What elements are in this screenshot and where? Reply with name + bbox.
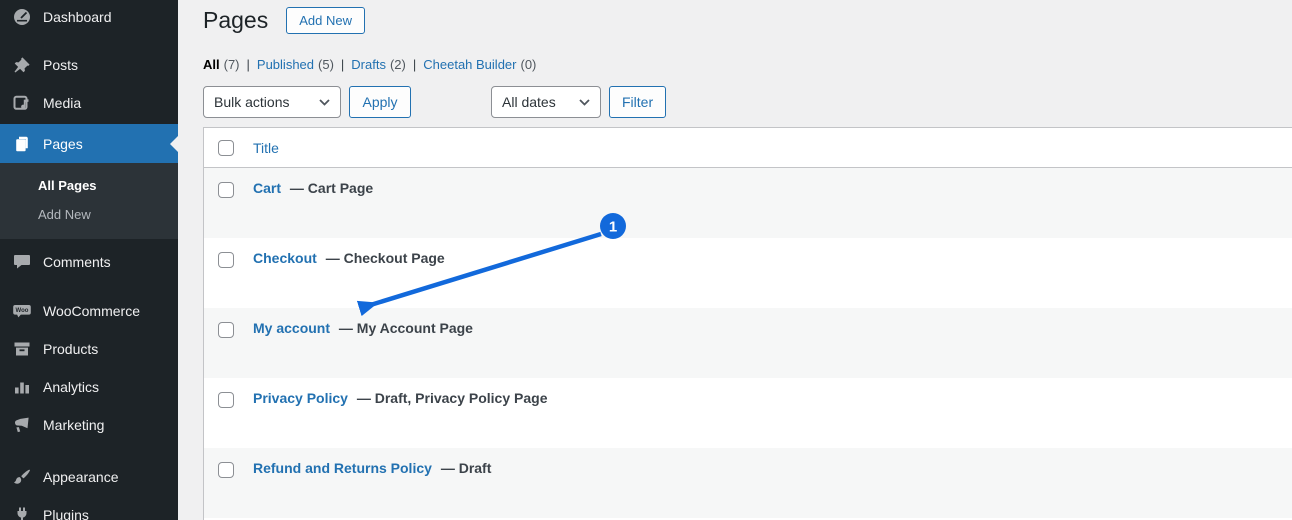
comment-bubble-icon (12, 252, 32, 272)
page-link-cart[interactable]: Cart (253, 180, 281, 196)
filter-separator: | (412, 57, 417, 72)
sidebar-item-label: Dashboard (43, 9, 112, 25)
archive-box-icon (12, 339, 32, 359)
row-checkbox[interactable] (218, 182, 234, 198)
sidebar-item-posts[interactable]: Posts (0, 48, 178, 82)
table-row-privacy-policy: Privacy Policy — Draft, Privacy Policy P… (204, 378, 1292, 448)
sidebar-item-dashboard[interactable]: Dashboard (0, 0, 178, 34)
sidebar-item-label: WooCommerce (43, 303, 140, 319)
megaphone-icon (12, 415, 32, 435)
page-header: Pages Add New (203, 5, 365, 35)
apply-button[interactable]: Apply (349, 86, 411, 118)
table-row-checkout: Checkout — Checkout Page (204, 238, 1292, 308)
admin-sidebar: Dashboard Posts Media Pages All Pages Ad… (0, 0, 178, 520)
post-state: — Cart Page (289, 180, 374, 196)
page-title: Pages (203, 7, 269, 33)
filter-all-link[interactable]: All (203, 57, 220, 72)
filter-cheetah-builder-link[interactable]: Cheetah Builder (423, 57, 516, 72)
bar-chart-icon (12, 377, 32, 397)
post-state: — Draft, Privacy Policy Page (356, 390, 548, 406)
bulk-actions-value: Bulk actions (214, 94, 290, 110)
sidebar-item-label: Marketing (43, 417, 105, 433)
sidebar-item-label: Posts (43, 57, 79, 73)
sidebar-item-products[interactable]: Products (0, 332, 178, 366)
sidebar-item-analytics[interactable]: Analytics (0, 370, 178, 404)
pushpin-icon (12, 55, 32, 75)
add-new-button[interactable]: Add New (286, 6, 365, 34)
plugin-icon (12, 505, 32, 520)
filter-all: All (7) | (203, 57, 257, 72)
sidebar-item-label: Media (43, 95, 82, 111)
filter-button[interactable]: Filter (609, 86, 666, 118)
filter-drafts: Drafts (2) | (351, 57, 423, 72)
submenu-item-all-pages[interactable]: All Pages (0, 171, 178, 200)
post-state: — My Account Page (338, 320, 473, 336)
filter-published-count: (5) (318, 57, 334, 72)
filter-drafts-link[interactable]: Drafts (351, 57, 386, 72)
page-link-my-account[interactable]: My account (253, 320, 330, 336)
chevron-down-icon (579, 98, 590, 106)
pages-admin-content: Pages Add New All (7) | Published (5) | … (178, 0, 1292, 520)
post-state: — Draft (440, 460, 492, 476)
pages-list-table: Title Cart — Cart Page Checkout — Checko… (203, 127, 1292, 520)
row-checkbox[interactable] (218, 462, 234, 478)
select-all-checkbox[interactable] (218, 139, 234, 156)
submenu-item-label: Add New (38, 207, 91, 222)
table-row-my-account: My account — My Account Page (204, 308, 1292, 378)
dates-filter-select[interactable]: All dates (491, 86, 601, 118)
filter-separator: | (340, 57, 345, 72)
page-link-checkout[interactable]: Checkout (253, 250, 317, 266)
table-row-cart: Cart — Cart Page (204, 168, 1292, 238)
filter-published: Published (5) | (257, 57, 351, 72)
filter-all-count: (7) (223, 57, 240, 72)
filter-cheetah-builder: Cheetah Builder (0) (423, 57, 536, 72)
sidebar-item-label: Analytics (43, 379, 100, 395)
filter-drafts-count: (2) (389, 57, 406, 72)
page-link-refund-policy[interactable]: Refund and Returns Policy (253, 460, 432, 476)
sidebar-item-marketing[interactable]: Marketing (0, 408, 178, 442)
bulk-actions-select[interactable]: Bulk actions (203, 86, 341, 118)
sidebar-item-label: Pages (43, 135, 83, 152)
table-header-row: Title (204, 128, 1292, 168)
sidebar-item-label: Comments (43, 254, 111, 270)
sidebar-item-label: Appearance (43, 469, 119, 485)
filter-published-link[interactable]: Published (257, 57, 314, 72)
post-state: — Checkout Page (325, 250, 445, 266)
sidebar-item-comments[interactable]: Comments (0, 245, 178, 279)
filter-cheetah-builder-count: (0) (520, 57, 537, 72)
status-filter-list: All (7) | Published (5) | Drafts (2) | C… (203, 57, 536, 72)
row-checkbox[interactable] (218, 392, 234, 408)
svg-text:Woo: Woo (16, 308, 29, 314)
sidebar-item-label: Products (43, 341, 99, 357)
sidebar-item-pages[interactable]: Pages (0, 124, 178, 163)
filter-separator: | (246, 57, 250, 72)
row-checkbox[interactable] (218, 322, 234, 338)
sidebar-item-woocommerce[interactable]: Woo WooCommerce (0, 294, 178, 328)
pages-icon (12, 134, 32, 154)
table-row-refund-policy: Refund and Returns Policy — Draft (204, 448, 1292, 518)
title-column-header[interactable]: Title (253, 140, 279, 156)
sidebar-item-plugins[interactable]: Plugins (0, 498, 178, 520)
sidebar-item-appearance[interactable]: Appearance (0, 460, 178, 494)
submenu-item-add-new[interactable]: Add New (0, 200, 178, 229)
pages-submenu: All Pages Add New (0, 163, 178, 239)
sidebar-item-media[interactable]: Media (0, 86, 178, 120)
chevron-down-icon (319, 98, 330, 106)
row-checkbox[interactable] (218, 252, 234, 268)
paintbrush-icon (12, 467, 32, 487)
table-toolbar: Bulk actions Apply All dates Filter (203, 86, 666, 118)
submenu-item-label: All Pages (38, 178, 97, 193)
woocommerce-icon: Woo (12, 301, 32, 321)
media-icon (12, 93, 32, 113)
page-link-privacy-policy[interactable]: Privacy Policy (253, 390, 348, 406)
dates-filter-value: All dates (502, 94, 556, 110)
dashboard-icon (12, 7, 32, 27)
sidebar-item-label: Plugins (43, 507, 89, 520)
